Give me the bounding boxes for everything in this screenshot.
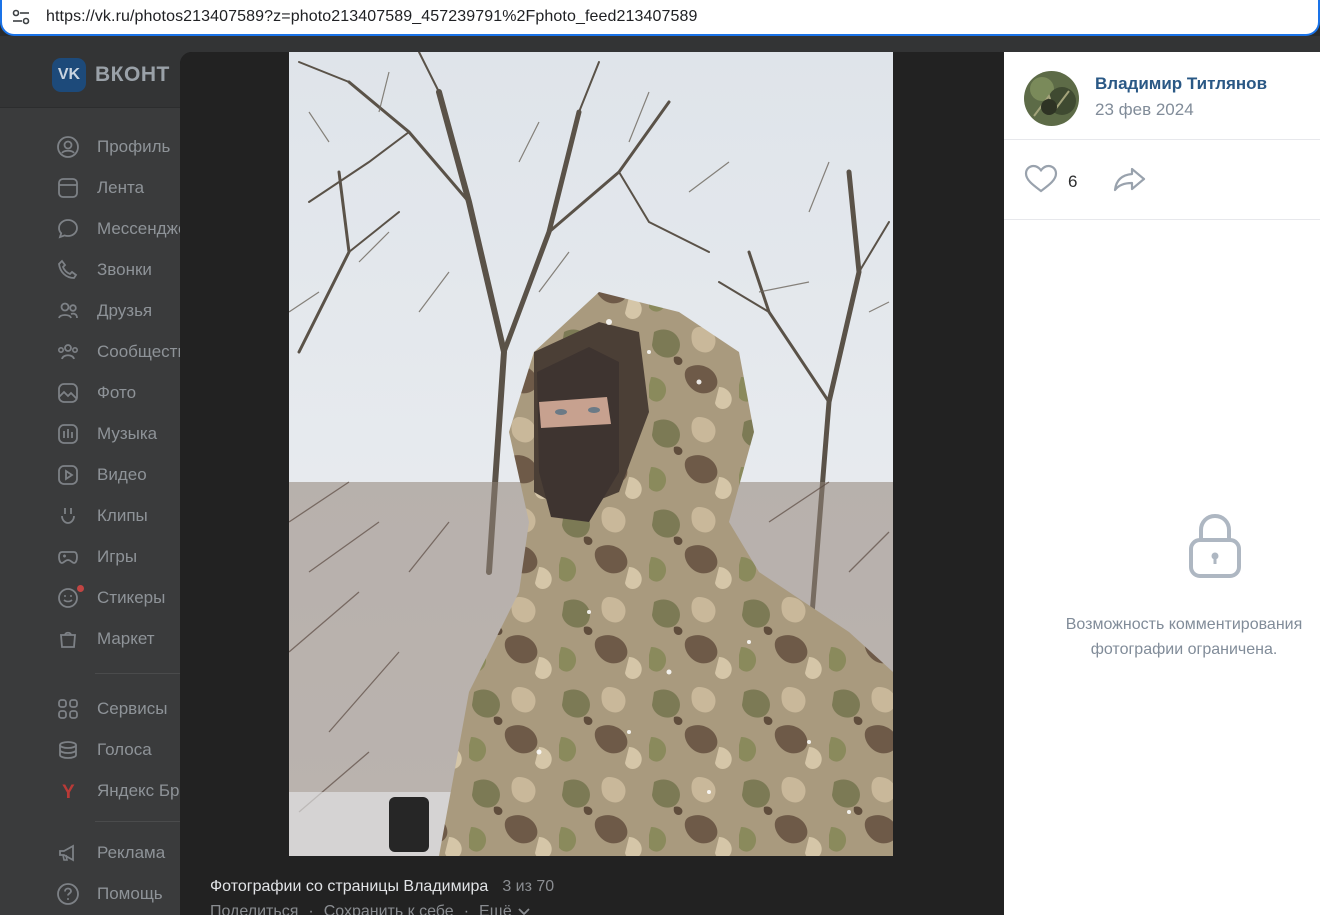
communities-icon: [55, 339, 81, 365]
share-arrow-icon: [1112, 167, 1148, 198]
author-name-link[interactable]: Владимир Титлянов: [1095, 74, 1267, 94]
lock-icon: [1185, 510, 1245, 585]
sidebar-label: Стикеры: [97, 587, 166, 607]
photo-icon: [55, 380, 81, 406]
phone-icon: [55, 257, 81, 283]
video-icon: [55, 462, 81, 488]
photo-image[interactable]: [289, 52, 893, 856]
photo-info-panel: Владимир Титлянов 23 фев 2024 6 Возможно: [1004, 52, 1320, 915]
like-button[interactable]: 6: [1024, 164, 1077, 199]
sidebar-item-feed[interactable]: Лента: [55, 167, 180, 208]
url-text[interactable]: https://vk.ru/photos213407589?z=photo213…: [46, 8, 697, 26]
sidebar-label: Звонки: [97, 259, 152, 279]
sidebar-item-profile[interactable]: Профиль: [55, 126, 180, 167]
sidebar: Профиль Лента Мессенджер Звонки Друзья С…: [55, 126, 215, 914]
messenger-icon: [55, 216, 81, 242]
sidebar-label: Яндекс Браузер: [97, 780, 180, 800]
chevron-down-icon[interactable]: [518, 903, 530, 915]
photo-caption: Фотографии со страницы Владимира 3 из 70: [210, 878, 554, 896]
services-icon: [55, 696, 81, 722]
sidebar-label: Помощь: [97, 883, 163, 903]
comments-restricted-text: Возможность комментирования фотографии о…: [1014, 612, 1320, 662]
help-icon: [55, 881, 81, 907]
photo-viewer: Фотографии со страницы Владимира 3 из 70…: [180, 52, 1320, 915]
sidebar-item-friends[interactable]: Друзья: [55, 290, 180, 331]
sidebar-label: Маркет: [97, 628, 155, 648]
sidebar-label: Профиль: [97, 136, 171, 156]
sidebar-label: Музыка: [97, 423, 158, 443]
sidebar-item-clips[interactable]: Клипы: [55, 495, 180, 536]
games-icon: [55, 544, 81, 570]
sidebar-item-stickers[interactable]: Стикеры: [55, 577, 180, 618]
more-link[interactable]: Ещё: [479, 903, 512, 915]
vk-logo-text: ВКОНТ: [95, 63, 170, 86]
sidebar-label: Игры: [97, 546, 138, 566]
photo-date[interactable]: 23 фев 2024: [1095, 100, 1194, 120]
sidebar-item-games[interactable]: Игры: [55, 536, 180, 577]
sidebar-item-ads[interactable]: Реклама: [55, 832, 180, 873]
sidebar-label: Видео: [97, 464, 147, 484]
photo-actions: Поделиться · Сохранить к себе · Ещё: [210, 903, 530, 915]
separator-dot: ·: [463, 903, 470, 915]
vk-logo[interactable]: VK ВКОНТ: [52, 58, 170, 92]
sidebar-item-market[interactable]: Маркет: [55, 618, 180, 659]
heart-icon: [1024, 164, 1058, 199]
ads-icon: [55, 840, 81, 866]
sidebar-label: Фото: [97, 382, 137, 402]
votes-icon: [55, 737, 81, 763]
friends-icon: [55, 298, 81, 324]
feed-icon: [55, 175, 81, 201]
sidebar-label: Сообщества: [97, 341, 180, 361]
address-bar[interactable]: https://vk.ru/photos213407589?z=photo213…: [0, 0, 1320, 36]
sidebar-item-votes[interactable]: Голоса: [55, 729, 180, 770]
market-icon: [55, 626, 81, 652]
profile-icon: [55, 134, 81, 160]
separator-dot: ·: [308, 903, 314, 915]
photo-area[interactable]: Фотографии со страницы Владимира 3 из 70…: [180, 52, 1004, 915]
sidebar-label: Сервисы: [97, 698, 168, 718]
share-link[interactable]: Поделиться: [210, 903, 298, 915]
svg-text:Y: Y: [62, 782, 75, 803]
tune-icon[interactable]: [10, 6, 32, 28]
sidebar-item-help[interactable]: Помощь: [55, 873, 180, 914]
sidebar-item-yandex-browser[interactable]: Y Яндекс Браузер: [55, 770, 180, 811]
sidebar-label: Голоса: [97, 739, 152, 759]
vk-logo-icon: VK: [52, 58, 86, 92]
music-icon: [55, 421, 81, 447]
sidebar-label: Друзья: [97, 300, 153, 320]
author-header: Владимир Титлянов 23 фев 2024: [1004, 52, 1320, 140]
save-link[interactable]: Сохранить к себе: [324, 903, 454, 915]
share-button[interactable]: [1112, 164, 1148, 199]
comments-restricted-line: Возможность комментирования: [1065, 616, 1303, 633]
comments-restricted-line: фотографии ограничена.: [1090, 641, 1278, 658]
notification-dot: [77, 585, 84, 592]
sidebar-item-calls[interactable]: Звонки: [55, 249, 180, 290]
sidebar-item-music[interactable]: Музыка: [55, 413, 180, 454]
clips-icon: [55, 503, 81, 529]
yandex-icon: Y: [55, 778, 81, 804]
sidebar-item-video[interactable]: Видео: [55, 454, 180, 495]
sidebar-label: Лента: [97, 177, 145, 197]
sidebar-label: Реклама: [97, 842, 166, 862]
sidebar-item-photo[interactable]: Фото: [55, 372, 180, 413]
sidebar-item-communities[interactable]: Сообщества: [55, 331, 180, 372]
sidebar-item-services[interactable]: Сервисы: [55, 688, 180, 729]
album-title-link[interactable]: Фотографии со страницы Владимира: [210, 878, 488, 896]
photo-counter: 3 из 70: [502, 878, 555, 895]
like-count: 6: [1068, 171, 1078, 191]
sidebar-label: Мессенджер: [97, 218, 180, 238]
avatar[interactable]: [1024, 71, 1079, 126]
sidebar-label: Клипы: [97, 505, 148, 525]
sidebar-item-messenger[interactable]: Мессенджер: [55, 208, 180, 249]
